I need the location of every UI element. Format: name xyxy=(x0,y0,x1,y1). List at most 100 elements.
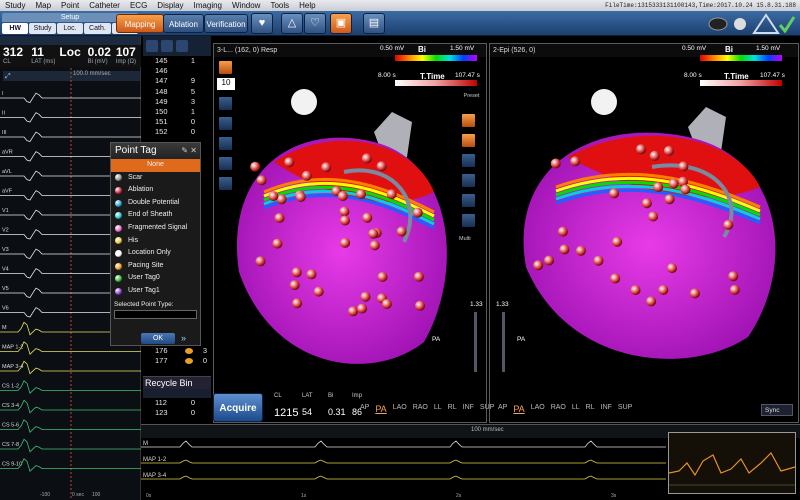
stat-label: LAT (ms) xyxy=(31,59,56,65)
menu-window[interactable]: Window xyxy=(227,1,265,10)
list-icon[interactable] xyxy=(146,40,158,52)
view-sup-button[interactable]: SUP xyxy=(480,404,494,414)
tag-option-fragmented-signal[interactable]: Fragmented Signal xyxy=(111,222,200,235)
table-row[interactable]: 177 0 xyxy=(143,356,211,366)
table-row[interactable]: 150 1 xyxy=(143,107,211,117)
more-button[interactable]: » xyxy=(181,333,186,343)
preset-icon-2[interactable] xyxy=(461,133,476,148)
tool-icon-4[interactable] xyxy=(218,156,233,171)
tool-icon-2[interactable] xyxy=(218,116,233,131)
tag-option-none[interactable]: None xyxy=(111,159,200,172)
table-row[interactable]: 152 0 xyxy=(143,127,211,137)
mapping-button[interactable]: Mapping xyxy=(116,14,164,33)
table-row[interactable]: 149 3 xyxy=(143,97,211,107)
menu-catheter[interactable]: Catheter xyxy=(84,1,125,10)
view-ll-button[interactable]: LL xyxy=(572,404,580,414)
tag-option-user-tag1[interactable]: User Tag1 xyxy=(111,285,200,298)
view-ap-button[interactable]: AP xyxy=(498,404,507,414)
tag-option-double-potential[interactable]: Double Potential xyxy=(111,197,200,210)
menu-map[interactable]: Map xyxy=(30,1,56,10)
bottom-trace xyxy=(141,475,666,480)
preset-icon-1[interactable] xyxy=(461,113,476,128)
view-inf-button[interactable]: INF xyxy=(601,404,612,414)
heart-pulse-icon[interactable]: ♡ xyxy=(304,13,326,34)
map-right-render[interactable] xyxy=(490,57,798,387)
slider-left[interactable] xyxy=(474,312,477,372)
tag-option-scar[interactable]: Scar xyxy=(111,172,200,185)
view-rao-button[interactable]: RAO xyxy=(551,404,566,414)
view-lao-button[interactable]: LAO xyxy=(393,404,407,414)
preset-icon-5[interactable] xyxy=(461,193,476,208)
stat-value: 11 xyxy=(31,45,44,59)
rotate-icon[interactable] xyxy=(218,60,233,75)
slider-right[interactable] xyxy=(502,312,505,372)
view-ll-button[interactable]: LL xyxy=(434,404,442,414)
view-rl-button[interactable]: RL xyxy=(448,404,457,414)
tag-option-pacing-site[interactable]: Pacing Site xyxy=(111,260,200,273)
acquire-button[interactable]: Acquire xyxy=(213,393,263,422)
heart-view-icon[interactable]: ♥ xyxy=(251,13,273,34)
sync-select[interactable]: Sync xyxy=(761,404,793,416)
bi-colorbar-right xyxy=(700,55,782,61)
tag-option-end-of-sheath[interactable]: End of Sheath xyxy=(111,209,200,222)
preset-icon-4[interactable] xyxy=(461,173,476,188)
table-row[interactable]: 146 xyxy=(143,66,211,76)
map-point xyxy=(648,211,659,222)
display-icon[interactable]: ▤ xyxy=(363,13,385,34)
preset-icon-6[interactable] xyxy=(461,213,476,228)
bi-min-left: 0.50 mV xyxy=(380,45,405,52)
recycle-row[interactable]: 123 0 xyxy=(143,408,211,418)
map-left-render[interactable] xyxy=(214,57,486,387)
tag-option-user-tag0[interactable]: User Tag0 xyxy=(111,272,200,285)
recycle-row[interactable]: 112 0 xyxy=(143,398,211,408)
capture-icon[interactable]: ▣ xyxy=(330,13,352,34)
setup-tab-loc[interactable]: Loc. xyxy=(56,23,84,34)
view-ap-button[interactable]: AP xyxy=(360,404,369,414)
setup-tab-hw[interactable]: HW xyxy=(2,23,29,34)
menu-help[interactable]: Help xyxy=(294,1,320,10)
tag-option-his[interactable]: His xyxy=(111,235,200,248)
menu-display[interactable]: Display xyxy=(152,1,188,10)
filter-icon[interactable] xyxy=(176,40,188,52)
map-point xyxy=(593,255,604,266)
view-lao-button[interactable]: LAO xyxy=(531,404,545,414)
ecg-axis-label: 100 xyxy=(92,492,101,498)
map-point xyxy=(559,244,570,255)
tag-ball-icon xyxy=(115,287,122,295)
menu-point[interactable]: Point xyxy=(56,1,84,10)
tool-icon-3[interactable] xyxy=(218,136,233,151)
preset-icon-3[interactable] xyxy=(461,153,476,168)
table-row[interactable]: 145 1 xyxy=(143,56,211,66)
ablation-button[interactable]: Ablation xyxy=(163,14,204,33)
map-point xyxy=(544,255,554,266)
triangle-icon[interactable]: △ xyxy=(281,13,303,34)
setup-tab-cath[interactable]: Cath. xyxy=(84,23,111,34)
tag-option-ablation[interactable]: Ablation xyxy=(111,184,200,197)
table-row[interactable]: 147 9 xyxy=(143,76,211,86)
view-rl-button[interactable]: RL xyxy=(586,404,595,414)
view-pa-button[interactable]: PA xyxy=(375,404,386,414)
tag-option-location-only[interactable]: Location Only xyxy=(111,247,200,260)
map-point xyxy=(533,260,544,271)
menu-study[interactable]: Study xyxy=(0,1,30,10)
tool-icon-5[interactable] xyxy=(218,176,233,191)
tt-max-right: 107.47 s xyxy=(760,72,785,79)
view-rao-button[interactable]: RAO xyxy=(413,404,428,414)
menu-ecg[interactable]: ECG xyxy=(125,1,152,10)
verification-button[interactable]: Verification xyxy=(204,14,248,33)
point-value: 0 xyxy=(190,127,195,137)
menu-imaging[interactable]: Imaging xyxy=(189,1,227,10)
menu-tools[interactable]: Tools xyxy=(265,1,294,10)
table-row[interactable]: 148 5 xyxy=(143,87,211,97)
view-sup-button[interactable]: SUP xyxy=(618,404,632,414)
setup-tab-study[interactable]: Study xyxy=(29,23,56,34)
selected-point-type-select[interactable] xyxy=(114,309,197,319)
table-row[interactable]: 151 0 xyxy=(143,117,211,127)
close-icon[interactable]: ✎ ✕ xyxy=(181,143,197,159)
table-row[interactable]: 176 3 xyxy=(143,346,211,356)
tool-icon-1[interactable] xyxy=(218,96,233,111)
ok-button[interactable]: OK xyxy=(141,333,175,344)
view-inf-button[interactable]: INF xyxy=(463,404,474,414)
lungs-icon[interactable] xyxy=(161,40,173,52)
view-pa-button[interactable]: PA xyxy=(513,404,524,414)
